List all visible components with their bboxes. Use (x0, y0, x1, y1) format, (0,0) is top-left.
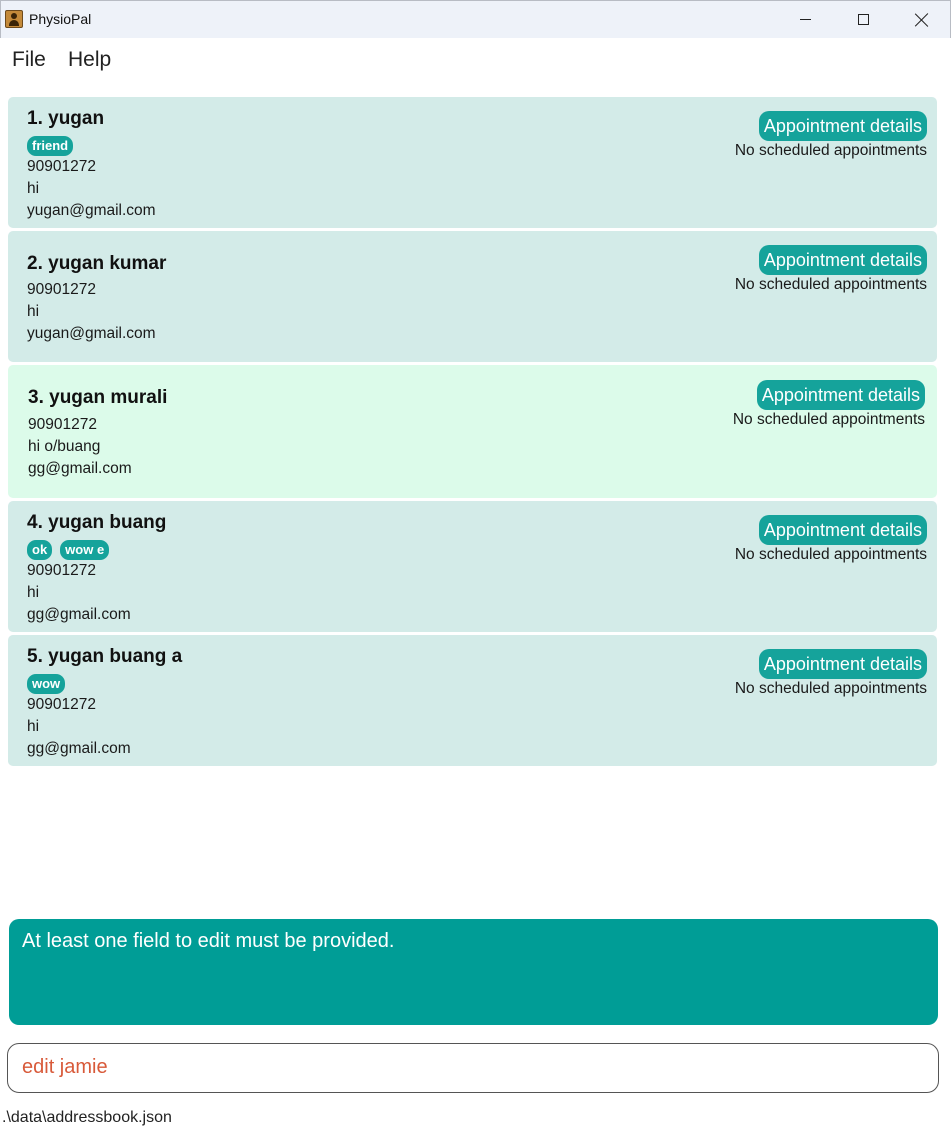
person-card[interactable]: 5. yugan buang a wow 90901272 hi gg@gmai… (8, 635, 937, 766)
person-phone: 90901272 (27, 158, 96, 175)
person-address: hi (27, 718, 40, 735)
person-address: hi (27, 584, 40, 601)
person-card[interactable]: 4. yugan buang ok wow e 90901272 hi gg@g… (8, 501, 937, 632)
menu-help[interactable]: Help (68, 48, 111, 72)
person-email: gg@gmail.com (27, 606, 131, 623)
person-name: 1. yugan (27, 108, 105, 129)
person-phone: 90901272 (28, 416, 97, 433)
person-card[interactable]: 2. yugan kumar 90901272 hi yugan@gmail.c… (8, 231, 937, 362)
appointment-status: No scheduled appointments (734, 276, 927, 293)
person-address: hi (27, 303, 40, 320)
person-address: hi o/buang (28, 438, 101, 455)
minimize-icon (799, 19, 811, 20)
person-email: yugan@gmail.com (27, 202, 156, 219)
appointment-details-button[interactable]: Appointment details (756, 380, 925, 410)
app-icon (5, 10, 23, 28)
appointment-status: No scheduled appointments (734, 680, 927, 697)
person-tags: friend (27, 136, 74, 156)
appointment-details-button[interactable]: Appointment details (758, 649, 927, 679)
result-message: At least one field to edit must be provi… (22, 930, 395, 952)
tag-badge: ok (27, 540, 53, 560)
person-name: 2. yugan kumar (27, 253, 167, 274)
person-email: gg@gmail.com (28, 460, 132, 477)
person-phone: 90901272 (27, 696, 96, 713)
tag-badge: wow (27, 674, 66, 694)
person-name: 5. yugan buang a (27, 646, 183, 667)
person-tags: wow (27, 674, 66, 694)
maximize-button[interactable] (834, 1, 892, 38)
menu-file[interactable]: File (12, 48, 46, 72)
command-box[interactable] (7, 1043, 939, 1093)
minimize-button[interactable] (776, 1, 834, 38)
appointment-status: No scheduled appointments (732, 411, 925, 428)
close-button[interactable] (893, 1, 951, 38)
person-email: gg@gmail.com (27, 740, 131, 757)
menu-bar: File Help (0, 38, 951, 84)
person-card-selected[interactable]: 3. yugan murali 90901272 hi o/buang gg@g… (8, 365, 937, 498)
appointment-details-button[interactable]: Appointment details (758, 515, 927, 545)
person-name: 3. yugan murali (28, 387, 168, 408)
person-phone: 90901272 (27, 281, 96, 298)
tag-badge: wow e (60, 540, 110, 560)
command-input[interactable] (22, 1056, 902, 1079)
person-email: yugan@gmail.com (27, 325, 156, 342)
title-bar: PhysioPal (0, 0, 951, 38)
result-display: At least one field to edit must be provi… (9, 919, 938, 1025)
appointment-status: No scheduled appointments (734, 142, 927, 159)
person-phone: 90901272 (27, 562, 96, 579)
person-card[interactable]: 1. yugan friend 90901272 hi yugan@gmail.… (8, 97, 937, 228)
tag-badge: friend (27, 136, 74, 156)
close-icon (915, 13, 929, 27)
window-title: PhysioPal (29, 11, 92, 27)
appointment-status: No scheduled appointments (734, 546, 927, 563)
person-name: 4. yugan buang (27, 512, 167, 533)
person-address: hi (27, 180, 40, 197)
appointment-details-button[interactable]: Appointment details (758, 245, 927, 275)
maximize-icon (857, 14, 869, 25)
appointment-details-button[interactable]: Appointment details (758, 111, 927, 141)
status-bar-path: .\data\addressbook.json (2, 1109, 172, 1126)
person-tags: ok wow e (27, 540, 110, 560)
